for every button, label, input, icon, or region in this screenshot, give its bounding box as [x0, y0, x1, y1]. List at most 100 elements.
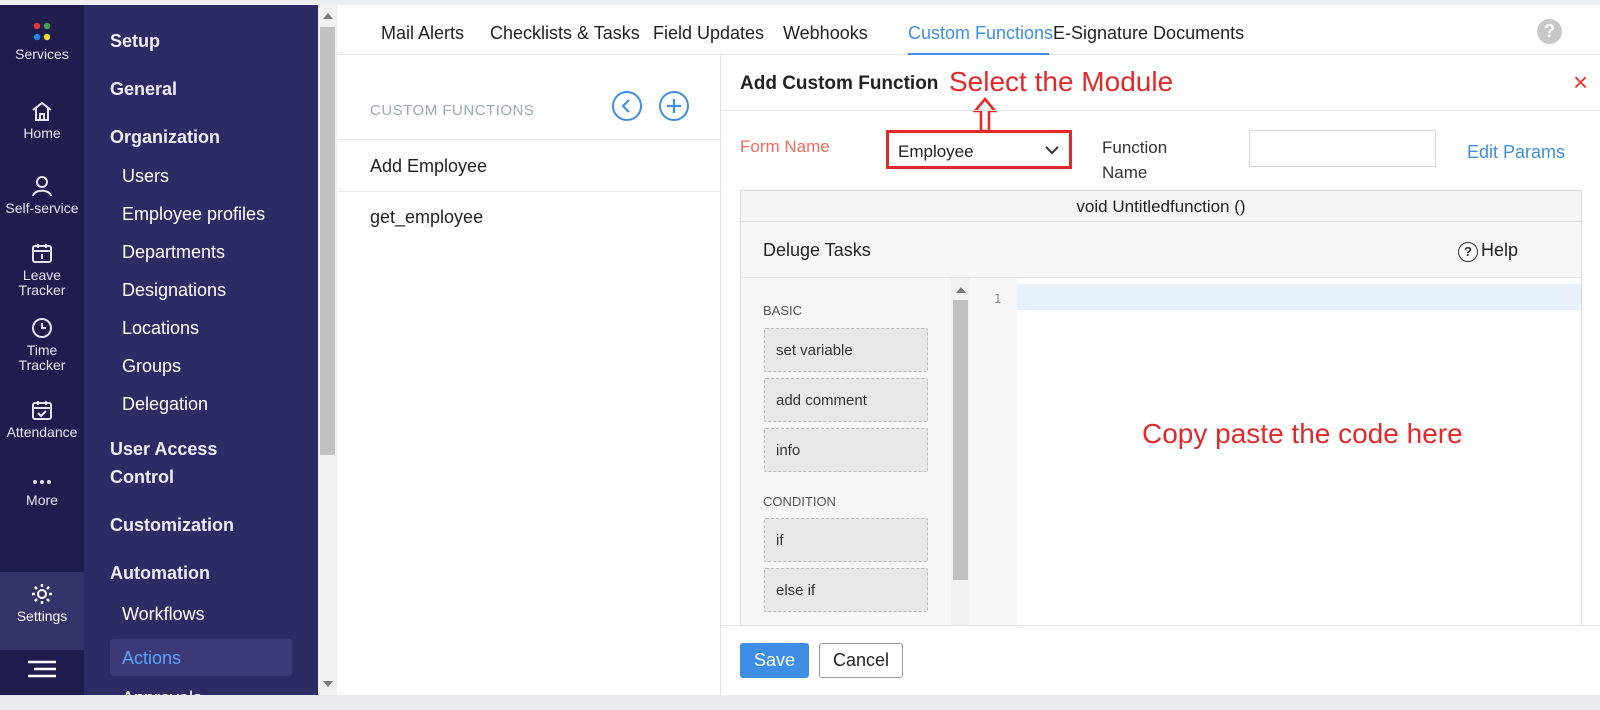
deluge-tasks-bar: Deluge Tasks ? Help — [741, 222, 1581, 278]
home-icon — [32, 101, 52, 121]
add-function-button[interactable] — [659, 91, 689, 121]
setup-sidebar: Setup General Organization Users Employe… — [84, 5, 318, 695]
function-name-label-1: Function — [1102, 138, 1168, 157]
rail-more-label: More — [26, 492, 58, 508]
window-bottom-strip — [0, 695, 1600, 710]
sidebar-general[interactable]: General — [110, 75, 177, 103]
sidebar-organization[interactable]: Organization — [110, 123, 220, 151]
rail-home-label: Home — [23, 125, 61, 141]
collapse-button[interactable] — [612, 91, 642, 121]
list-item-get-employee[interactable]: get_employee — [370, 207, 483, 228]
annotation-arrow-up-icon — [973, 97, 997, 133]
sidebar-item-delegation[interactable]: Delegation — [122, 393, 208, 415]
task-info[interactable]: info — [764, 428, 928, 472]
rail-leave-tracker[interactable]: Leave Tracker — [0, 242, 84, 298]
deluge-tasks-title: Deluge Tasks — [763, 240, 871, 260]
sidebar-item-employee-profiles[interactable]: Employee profiles — [122, 203, 265, 225]
scrollbar-thumb[interactable] — [320, 27, 335, 455]
sidebar-item-departments[interactable]: Departments — [122, 241, 225, 263]
rail-home[interactable]: Home — [0, 100, 84, 141]
form-name-label: Form Name — [740, 137, 830, 156]
function-signature: void Untitledfunction () — [741, 191, 1581, 222]
rail-attendance[interactable]: Attendance — [0, 399, 84, 440]
scroll-up-arrow-icon[interactable] — [323, 13, 333, 19]
close-icon[interactable]: × — [1573, 69, 1588, 95]
sidebar-item-approvals[interactable]: Approvals — [122, 687, 202, 695]
calendar-check-icon — [32, 401, 52, 420]
custom-functions-header: CUSTOM FUNCTIONS — [370, 102, 535, 119]
sidebar-item-actions[interactable]: Actions — [122, 647, 181, 669]
tab-custom-functions[interactable]: Custom Functions — [908, 23, 1053, 44]
tab-field-updates[interactable]: Field Updates — [653, 23, 764, 44]
calendar-icon — [32, 244, 52, 263]
sidebar-automation[interactable]: Automation — [110, 559, 210, 587]
plus-icon — [667, 99, 681, 113]
tab-checklists-tasks[interactable]: Checklists & Tasks — [490, 23, 640, 44]
tab-e-signature-documents[interactable]: E-Signature Documents — [1053, 23, 1244, 44]
clock-icon — [32, 318, 52, 338]
sidebar-item-workflows[interactable]: Workflows — [122, 603, 205, 625]
form-name-select[interactable]: Employee — [886, 130, 1072, 169]
edit-params-link[interactable]: Edit Params — [1467, 142, 1565, 163]
function-name-label-2: Name — [1102, 163, 1148, 182]
icon-rail: Services Home Self-service Leave Tracker — [0, 5, 84, 695]
task-label: info — [776, 442, 801, 459]
rail-settings-label: Settings — [16, 608, 68, 624]
scroll-up-arrow-icon[interactable] — [956, 287, 966, 293]
rail-self-service-label: Self-service — [5, 200, 79, 216]
sidebar-item-users[interactable]: Users — [122, 165, 169, 187]
hamburger-menu[interactable] — [0, 660, 84, 683]
sidebar-user-access-line1[interactable]: User Access — [110, 435, 217, 463]
sidebar-item-groups[interactable]: Groups — [122, 355, 181, 377]
rail-self-service[interactable]: Self-service — [0, 175, 84, 216]
setup-title[interactable]: Setup — [110, 27, 160, 55]
sidebar-user-access-line2[interactable]: Control — [110, 463, 174, 491]
cancel-button[interactable]: Cancel — [819, 643, 903, 678]
task-label: if — [776, 532, 784, 549]
sidebar-customization[interactable]: Customization — [110, 511, 234, 539]
annotation-copy-paste: Copy paste the code here — [1142, 418, 1463, 449]
sidebar-item-designations[interactable]: Designations — [122, 279, 226, 301]
add-custom-function-panel: Add Custom Function Select the Module × … — [721, 55, 1600, 695]
function-name-label: Function Name — [1102, 135, 1212, 185]
panel-footer: Save Cancel — [721, 625, 1600, 695]
help-link[interactable]: Help — [1481, 240, 1518, 261]
help-question-icon[interactable]: ? — [1537, 19, 1562, 44]
action-tabs: Mail Alerts Checklists & Tasks Field Upd… — [337, 5, 1600, 55]
function-name-input[interactable] — [1249, 130, 1436, 167]
list-item-add-employee[interactable]: Add Employee — [370, 156, 487, 177]
sidebar-item-locations[interactable]: Locations — [122, 317, 199, 339]
list-divider — [337, 139, 721, 140]
annotation-select-module: Select the Module — [949, 66, 1174, 97]
panel-title: Add Custom Function — [740, 73, 939, 94]
chevron-left-icon — [621, 99, 630, 113]
rail-settings[interactable]: Settings — [0, 572, 84, 650]
task-add-comment[interactable]: add comment — [764, 378, 928, 422]
form-name-value: Employee — [898, 142, 974, 161]
scroll-down-arrow-icon[interactable] — [323, 681, 333, 687]
tab-webhooks[interactable]: Webhooks — [783, 23, 868, 44]
scrollbar-thumb[interactable] — [953, 300, 968, 580]
help-circle-icon[interactable]: ? — [1458, 242, 1478, 262]
sidebar-scrollbar[interactable] — [318, 5, 337, 695]
chevron-down-icon — [1045, 146, 1059, 155]
task-set-variable[interactable]: set variable — [764, 328, 928, 372]
task-if[interactable]: if — [764, 518, 928, 562]
rail-services-label: Services — [15, 46, 69, 62]
palette-condition-header: CONDITION — [763, 494, 836, 509]
panel-divider — [721, 110, 1600, 111]
task-label: add comment — [776, 392, 867, 409]
list-divider — [337, 191, 721, 192]
app-window: Services Home Self-service Leave Tracker — [0, 5, 1600, 695]
rail-more[interactable]: More — [0, 475, 84, 508]
current-line-highlight — [1017, 284, 1581, 310]
save-button[interactable]: Save — [740, 643, 809, 678]
rail-time-tracker[interactable]: Time Tracker — [0, 317, 84, 373]
custom-functions-list: CUSTOM FUNCTIONS Add Employee get_employ… — [337, 55, 721, 695]
task-else-if[interactable]: else if — [764, 568, 928, 612]
rail-services[interactable]: Services — [0, 21, 84, 62]
line-number: 1 — [994, 292, 1002, 306]
rail-time-label-2: Tracker — [18, 357, 66, 373]
rail-attendance-label: Attendance — [6, 424, 78, 440]
tab-mail-alerts[interactable]: Mail Alerts — [381, 23, 464, 44]
